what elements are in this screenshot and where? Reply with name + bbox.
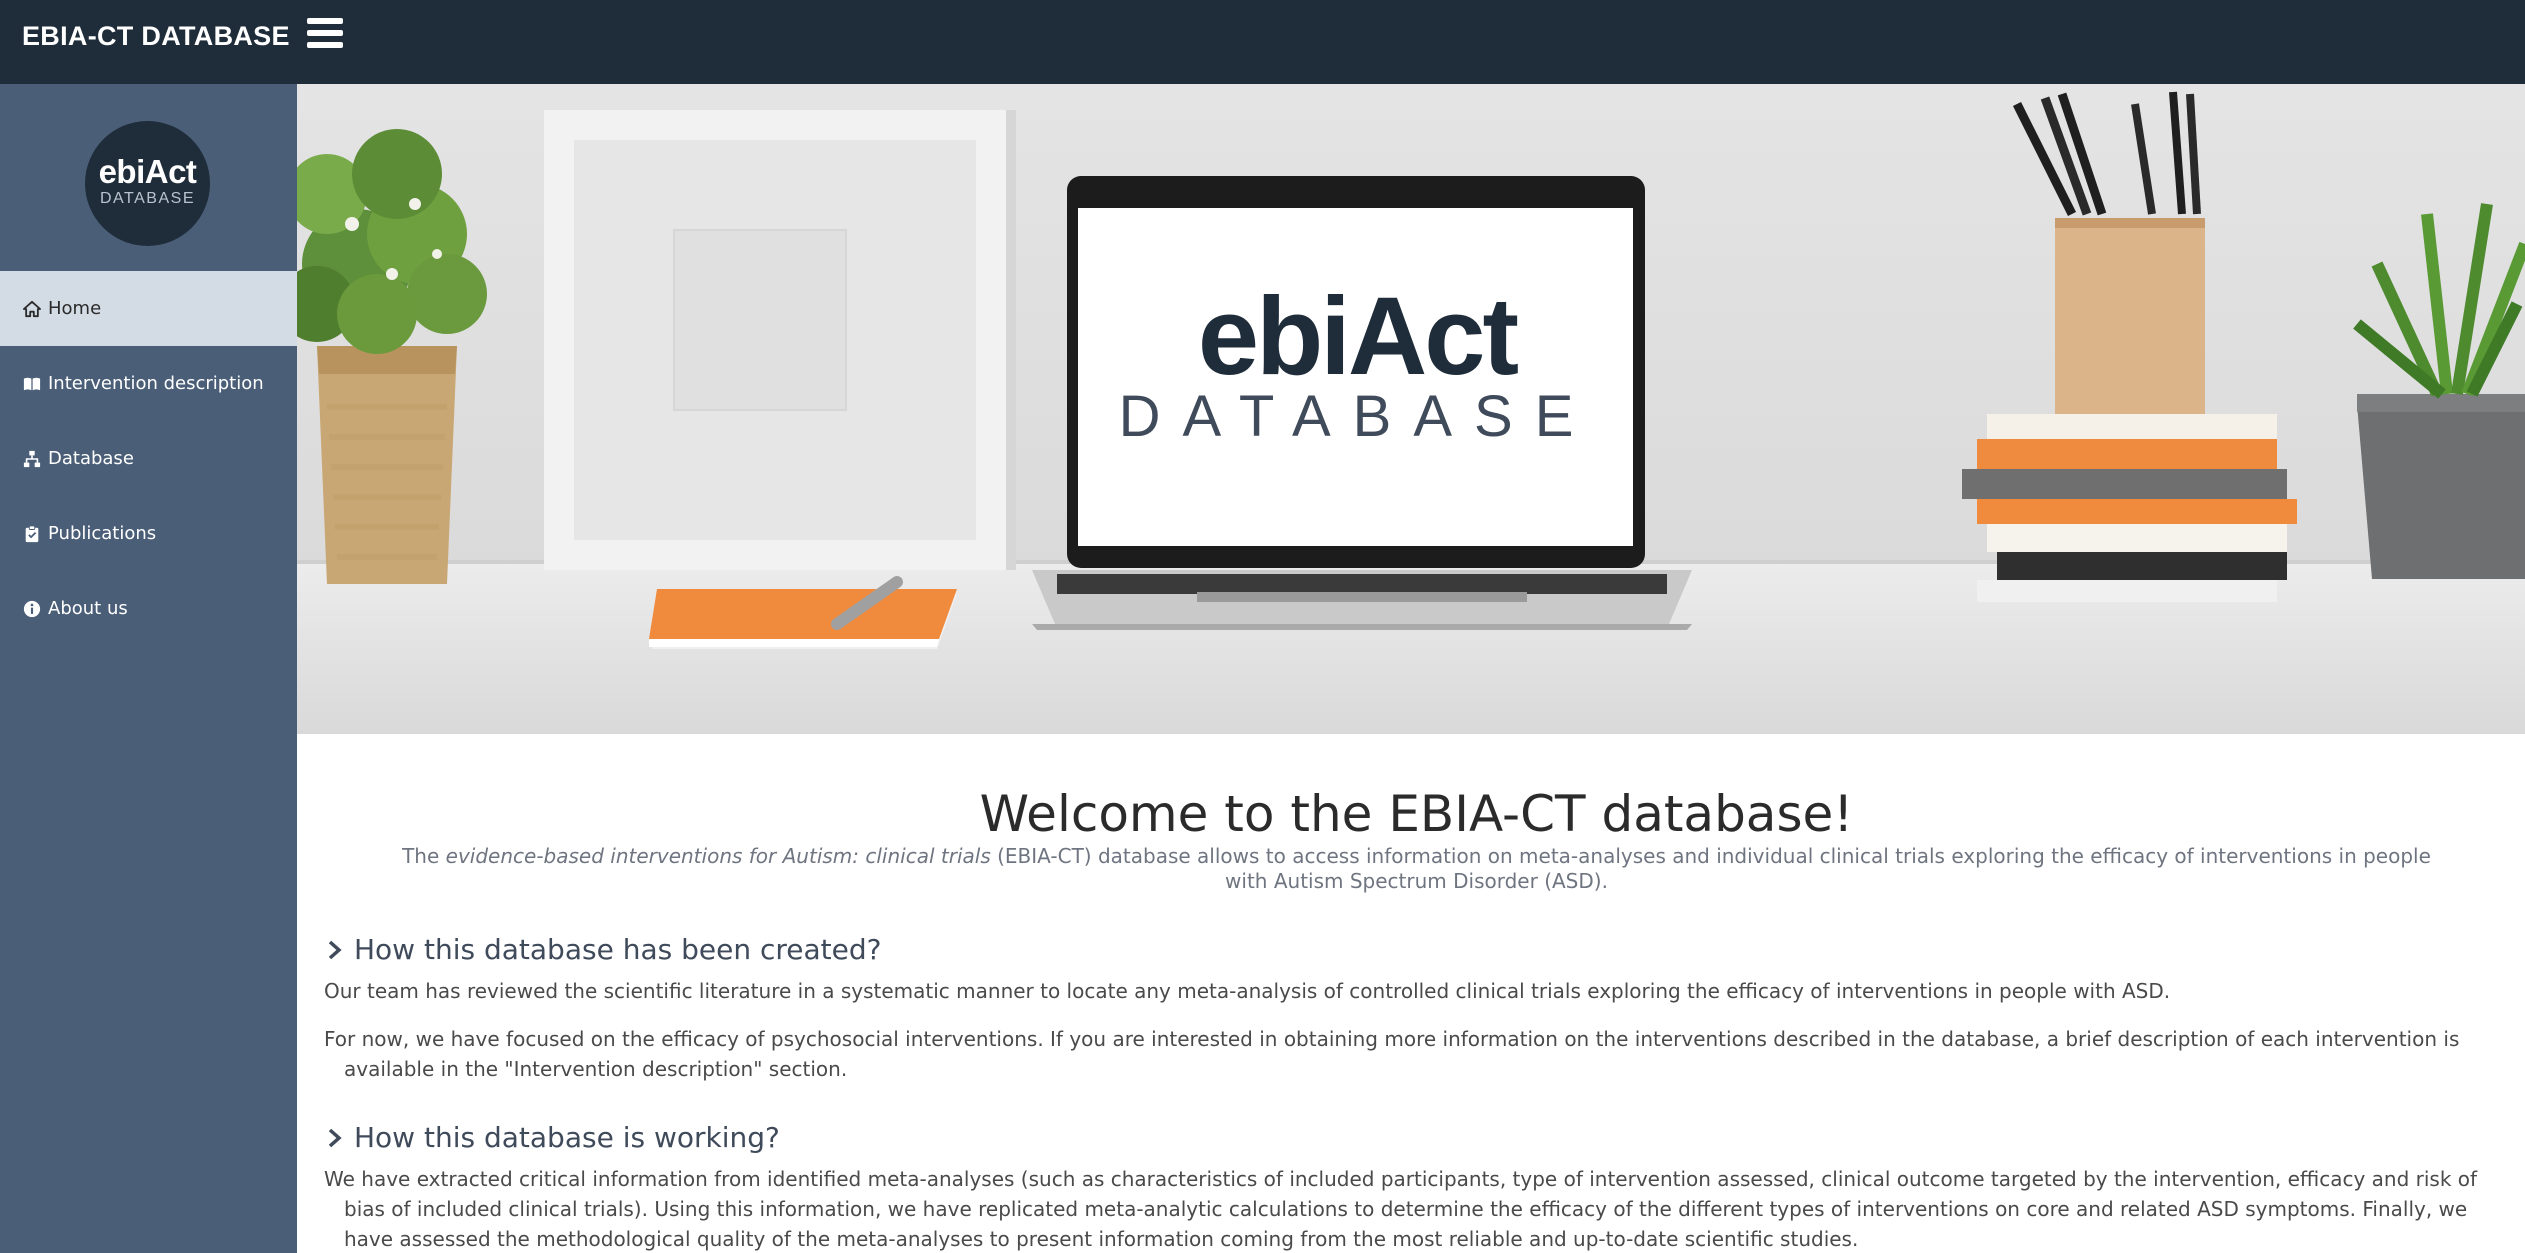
notebook-illustration: [649, 576, 957, 649]
sidebar-item-label: About us: [48, 598, 128, 619]
home-icon: [22, 299, 42, 319]
intro-italic: evidence-based interventions for Autism:…: [445, 844, 991, 868]
section-heading-text: How this database is working?: [354, 1121, 780, 1154]
hero-screen-sub-text: DATABASE: [1119, 384, 1596, 449]
section-paragraph: For now, we have focused on the efficacy…: [324, 1027, 2460, 1081]
sidebar-nav: Home Intervention description Database P…: [0, 271, 297, 646]
section-paragraph: Our team has reviewed the scientific lit…: [324, 979, 2171, 1003]
hero-screen-main-text: ebiAct: [1198, 275, 1519, 398]
page-title: Welcome to the EBIA-CT database!: [979, 785, 1854, 843]
intro-prefix: The: [402, 844, 446, 868]
main-content: Welcome to the EBIA-CT database! The evi…: [297, 734, 2525, 1253]
book-stack-illustration: [1962, 414, 2297, 602]
sidebar-item-about-us[interactable]: About us: [0, 571, 297, 646]
brand-title[interactable]: EBIA-CT DATABASE: [22, 18, 290, 54]
sidebar-item-label: Database: [48, 448, 134, 469]
sidebar-item-home[interactable]: Home: [0, 271, 297, 346]
hero-image: ebiAct DATABASE: [297, 84, 2525, 734]
intro-text: The evidence-based interventions for Aut…: [384, 844, 2449, 894]
intro-suffix: (EBIA-CT) database allows to access info…: [990, 844, 2431, 893]
laptop-illustration: ebiAct DATABASE: [1032, 176, 1692, 630]
sidebar-item-label: Publications: [48, 523, 157, 544]
clipboard-icon: [22, 524, 42, 544]
book-icon: [22, 374, 42, 394]
sidebar-item-label: Home: [48, 298, 102, 319]
chevron-right-icon: [328, 940, 342, 960]
menu-toggle-icon[interactable]: [307, 18, 345, 52]
section-paragraph: We have extracted critical information f…: [324, 1167, 2478, 1251]
logo-sub-text: DATABASE: [100, 190, 195, 207]
logo: ebiAct DATABASE: [85, 121, 210, 246]
sidebar-item-label: Intervention description: [48, 373, 264, 394]
sidebar-item-database[interactable]: Database: [0, 421, 297, 496]
info-icon: [22, 599, 42, 619]
section-heading-created: How this database has been created?: [324, 932, 2509, 968]
chevron-right-icon: [328, 1128, 342, 1148]
logo-main-text: ebiAct: [98, 153, 197, 190]
section-heading-working: How this database is working?: [324, 1120, 2509, 1156]
section-heading-text: How this database has been created?: [354, 933, 882, 966]
hero-banner: ebiAct DATABASE: [297, 84, 2525, 734]
sidebar-item-intervention-description[interactable]: Intervention description: [0, 346, 297, 421]
top-navbar: EBIA-CT DATABASE: [0, 0, 2525, 84]
sidebar: ebiAct DATABASE Home Intervention descri…: [0, 84, 297, 1253]
sitemap-icon: [22, 449, 42, 469]
sidebar-item-publications[interactable]: Publications: [0, 496, 297, 571]
picture-frame-illustration: [544, 110, 1016, 570]
